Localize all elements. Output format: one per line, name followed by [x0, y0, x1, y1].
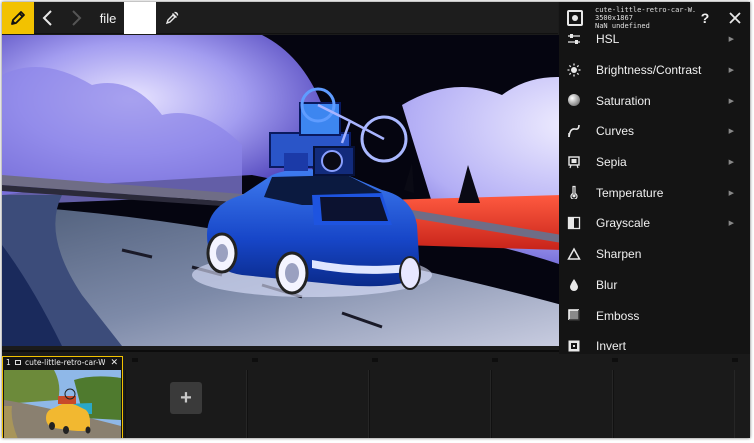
- close-icon: [729, 12, 741, 24]
- droplet-icon: [567, 278, 581, 292]
- submenu-arrow-icon: ▶: [728, 66, 734, 75]
- top-toolbar: file: [2, 2, 558, 34]
- grayscale-icon: [567, 216, 581, 230]
- empty-frame: [247, 370, 369, 438]
- empty-frame: [613, 370, 735, 438]
- adjustment-menu: HSL ▶ Brightness/Contrast ▶ Saturation ▶: [559, 24, 750, 362]
- eyedropper-icon: [165, 11, 179, 25]
- submenu-arrow-icon: ▶: [728, 158, 734, 167]
- thermometer-icon: [567, 185, 581, 200]
- file-menu-button[interactable]: file: [92, 2, 124, 34]
- thumbnail-number: 1: [6, 358, 11, 367]
- menu-item-label: Temperature: [596, 185, 664, 200]
- back-button[interactable]: [34, 2, 62, 34]
- edit-tool-button[interactable]: [2, 2, 34, 34]
- thumbnail-image: [4, 370, 121, 438]
- layer-small-icon: [15, 360, 21, 365]
- film-perforation: [492, 358, 498, 362]
- triangle-icon: [567, 247, 581, 261]
- submenu-arrow-icon: ▶: [728, 219, 734, 228]
- pencil-icon: [11, 11, 25, 25]
- adjustments-panel: cute-little-retro-car-W... 3500x1867 NaN…: [559, 2, 750, 354]
- menu-item-sharpen[interactable]: Sharpen: [559, 239, 750, 270]
- eyedropper-button[interactable]: [158, 2, 186, 34]
- film-perforation: [132, 358, 138, 362]
- back-arrow-icon: [42, 10, 52, 26]
- sliders-icon: [567, 32, 581, 46]
- color-swatch[interactable]: [124, 2, 156, 34]
- menu-item-label: Emboss: [596, 308, 640, 323]
- empty-frame: [369, 370, 491, 438]
- menu-item-label: Brightness/Contrast: [596, 63, 702, 78]
- menu-item-label: Sharpen: [596, 247, 642, 262]
- menu-item-label: Saturation: [596, 93, 651, 108]
- submenu-arrow-icon: ▶: [728, 127, 734, 136]
- add-image-button[interactable]: +: [170, 382, 202, 414]
- image-thumbnail[interactable]: 1 cute-little-retro-car-W... ✕: [2, 356, 123, 438]
- menu-item-label: Grayscale: [596, 216, 651, 231]
- sun-icon: [567, 63, 581, 77]
- image-filmstrip: 1 cute-little-retro-car-W... ✕ +: [2, 350, 750, 438]
- app-window: file cute-little-retro-car-W... 3500x186…: [2, 2, 750, 438]
- image-dimensions: 3500x1867: [595, 14, 633, 22]
- menu-item-invert[interactable]: Invert: [559, 331, 750, 362]
- saturation-ball-icon: [567, 93, 581, 107]
- menu-item-grayscale[interactable]: Grayscale ▶: [559, 208, 750, 239]
- invert-icon: [567, 339, 581, 353]
- menu-item-label: Blur: [596, 277, 618, 292]
- menu-item-brightness-contrast[interactable]: Brightness/Contrast ▶: [559, 55, 750, 86]
- thumbnail-header: 1 cute-little-retro-car-W... ✕: [3, 357, 122, 369]
- file-name: cute-little-retro-car-W...: [595, 6, 695, 14]
- sepia-icon: [567, 155, 581, 169]
- thumbnail-close-button[interactable]: ✕: [110, 357, 118, 369]
- thumbnail-title: cute-little-retro-car-W...: [25, 358, 105, 367]
- menu-item-hsl[interactable]: HSL ▶: [559, 24, 750, 55]
- submenu-arrow-icon: ▶: [728, 188, 734, 197]
- menu-item-temperature[interactable]: Temperature ▶: [559, 177, 750, 208]
- film-perforation: [252, 358, 258, 362]
- menu-item-label: Curves: [596, 124, 635, 139]
- menu-item-label: HSL: [596, 32, 620, 47]
- forward-arrow-icon: [72, 10, 82, 26]
- menu-item-saturation[interactable]: Saturation ▶: [559, 85, 750, 116]
- empty-frame: [491, 370, 613, 438]
- menu-item-sepia[interactable]: Sepia ▶: [559, 147, 750, 178]
- menu-item-emboss[interactable]: Emboss: [559, 300, 750, 331]
- forward-button[interactable]: [62, 2, 90, 34]
- menu-item-blur[interactable]: Blur: [559, 270, 750, 301]
- submenu-arrow-icon: ▶: [728, 35, 734, 44]
- retro-car-thumbnail: [4, 370, 121, 438]
- menu-item-label: Sepia: [596, 155, 627, 170]
- submenu-arrow-icon: ▶: [728, 96, 734, 105]
- menu-item-curves[interactable]: Curves ▶: [559, 116, 750, 147]
- film-perforation: [372, 358, 378, 362]
- emboss-icon: [567, 308, 581, 322]
- menu-item-label: Invert: [596, 339, 627, 354]
- curves-icon: [567, 124, 581, 138]
